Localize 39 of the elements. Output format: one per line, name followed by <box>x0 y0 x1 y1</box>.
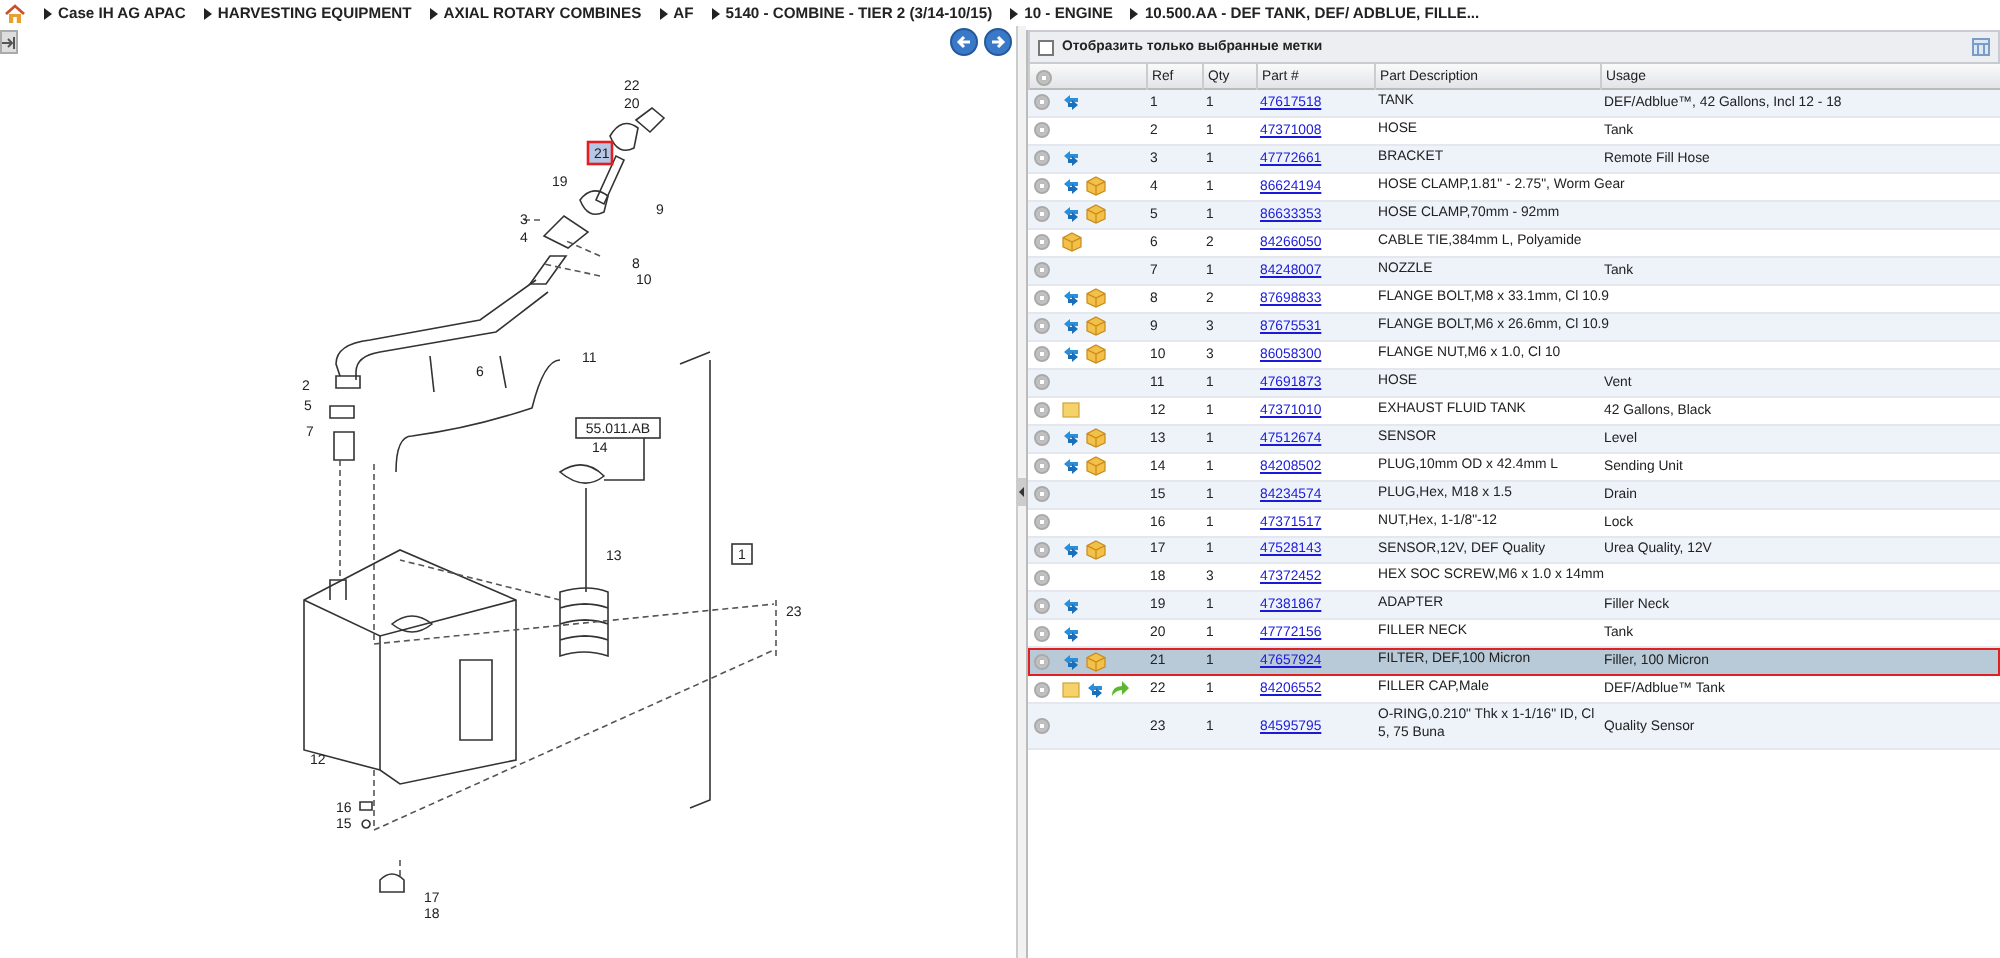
swap-arrows-icon[interactable] <box>1062 430 1080 447</box>
swap-arrows-icon[interactable] <box>1062 597 1080 614</box>
previous-button[interactable] <box>950 28 978 56</box>
next-button[interactable] <box>984 28 1012 56</box>
curved-arrow-icon[interactable] <box>1110 680 1130 699</box>
package-icon[interactable] <box>1086 204 1106 225</box>
swap-arrows-icon[interactable] <box>1062 318 1080 335</box>
package-icon[interactable] <box>1086 428 1106 449</box>
swap-arrows-icon[interactable] <box>1062 458 1080 475</box>
left-arrow-icon <box>956 34 972 50</box>
package-icon[interactable] <box>1086 344 1106 365</box>
table-icon[interactable] <box>1972 38 1990 56</box>
checkbox[interactable] <box>1038 39 1054 55</box>
swap-arrows-icon[interactable] <box>1062 206 1080 223</box>
package-icon[interactable] <box>1086 316 1106 337</box>
swap-arrows-icon[interactable] <box>1086 681 1104 698</box>
package-icon[interactable] <box>1086 539 1106 560</box>
swap-arrows-icon[interactable] <box>1062 653 1080 670</box>
package-icon[interactable] <box>1086 651 1106 672</box>
swap-arrows-icon[interactable] <box>1062 150 1080 167</box>
swap-arrows-icon[interactable] <box>1062 625 1080 642</box>
swap-arrows-icon[interactable] <box>1062 178 1080 195</box>
package-icon[interactable] <box>1086 456 1106 477</box>
dock-icon[interactable] <box>0 30 18 54</box>
swap-arrows-icon[interactable] <box>1062 290 1080 307</box>
package-icon[interactable] <box>1086 288 1106 309</box>
collapse-handle[interactable] <box>1018 478 1026 506</box>
swap-arrows-icon[interactable] <box>1062 541 1080 558</box>
package-icon[interactable] <box>1062 232 1082 253</box>
arrow-icon <box>1130 7 1139 19</box>
right-arrow-icon <box>990 34 1006 50</box>
swap-arrows-icon[interactable] <box>1062 346 1080 363</box>
home-icon[interactable] <box>4 3 26 23</box>
add-icon[interactable] <box>1036 69 1052 85</box>
note-icon[interactable] <box>1062 681 1080 698</box>
package-icon[interactable] <box>1086 176 1106 197</box>
info-icon[interactable] <box>1034 718 1050 735</box>
swap-arrows-icon[interactable] <box>1062 94 1080 111</box>
note-icon[interactable] <box>1062 402 1080 419</box>
